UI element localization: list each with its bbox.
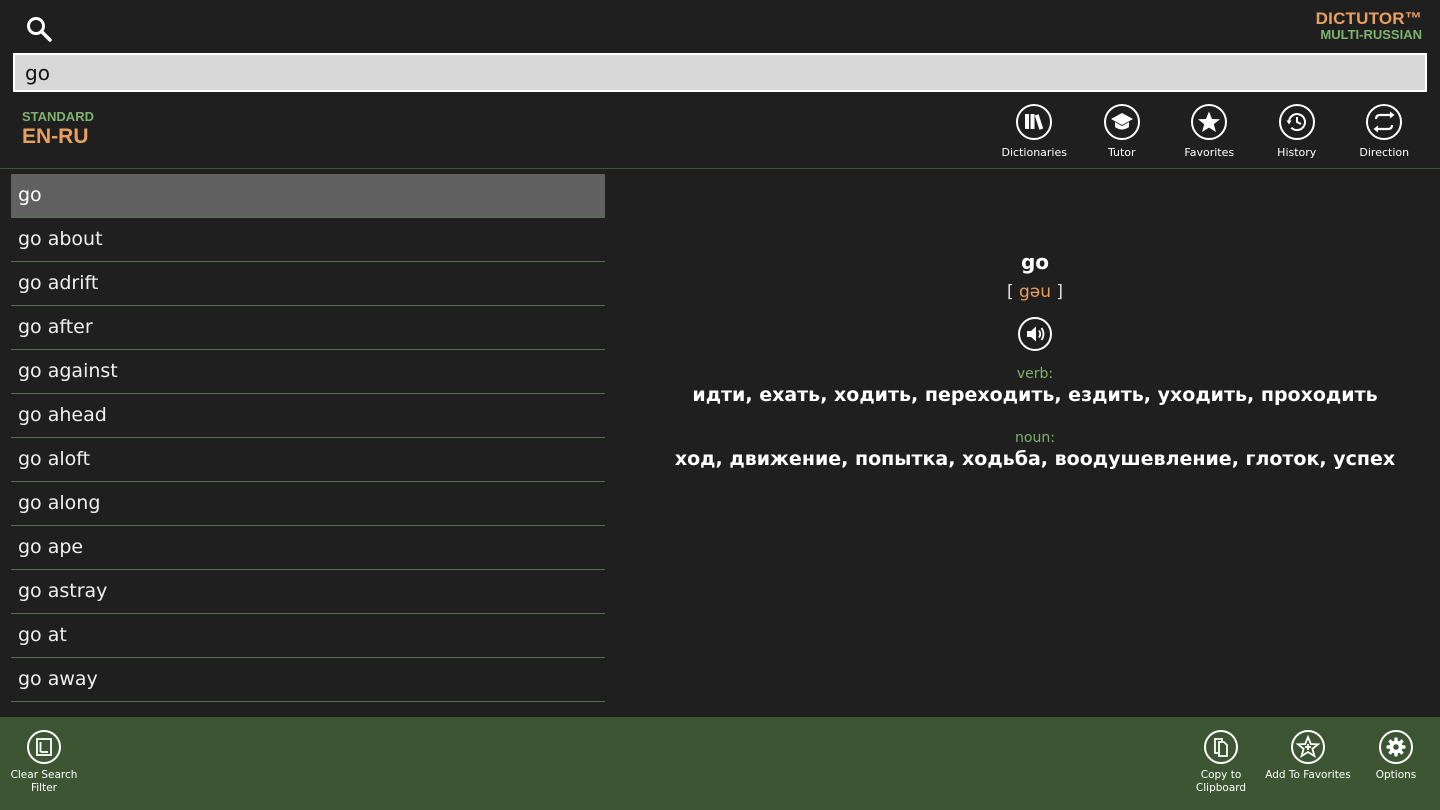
history-clock-icon: [1278, 104, 1315, 140]
list-item[interactable]: go away: [11, 658, 605, 702]
copy-icon: [1204, 730, 1238, 764]
options-button[interactable]: Options: [1351, 729, 1440, 782]
app-brand: DICTUTOR™ MULTI-RUSSIAN: [1316, 10, 1422, 41]
list-item[interactable]: go about: [11, 218, 605, 262]
list-item[interactable]: go: [11, 174, 605, 218]
search-icon: [27, 17, 52, 42]
add-to-favorites-button[interactable]: Add To Favorites: [1263, 729, 1353, 782]
search-button[interactable]: [24, 14, 54, 44]
gear-icon: [1379, 730, 1413, 764]
history-button[interactable]: History: [1253, 102, 1341, 159]
play-audio-button[interactable]: [1017, 316, 1053, 352]
copy-to-clipboard-label: Copy to Clipboard: [1195, 769, 1247, 794]
dictionary-mode: STANDARD EN-RU: [22, 109, 94, 149]
bracket-close: ]: [1056, 282, 1064, 302]
word-list: go go about go adrift go after go agains…: [11, 174, 605, 702]
direction-button[interactable]: Direction: [1341, 102, 1429, 159]
swap-arrows-icon: [1366, 104, 1403, 140]
star-icon: [1191, 104, 1228, 140]
bottom-app-bar: Clear Search Filter Copy to Clipboard Ad…: [0, 717, 1440, 810]
list-item[interactable]: go along: [11, 482, 605, 526]
history-label: History: [1277, 146, 1317, 159]
star-plus-icon: [1291, 730, 1325, 764]
part-of-speech: verb:: [1016, 366, 1054, 382]
brand-title: DICTUTOR™: [1315, 9, 1422, 28]
books-icon: [1016, 104, 1053, 140]
brand-subtitle: MULTI-RUSSIAN: [1320, 26, 1422, 42]
direction-label: Direction: [1359, 146, 1410, 159]
search-input[interactable]: [13, 53, 1427, 92]
bracket-open: [: [1006, 282, 1014, 302]
favorites-button[interactable]: Favorites: [1166, 102, 1254, 159]
clear-search-filter-label: Clear Search Filter: [10, 769, 78, 794]
list-item[interactable]: go at: [11, 614, 605, 658]
list-item[interactable]: go adrift: [11, 262, 605, 306]
entry-panel: go [ gəu ] verb: идти, ехать, ходить, пе…: [630, 250, 1440, 470]
pronunciation: [ gəu ]: [630, 282, 1440, 302]
pronunciation-ipa: gəu: [1018, 282, 1052, 302]
header-divider: [0, 168, 1440, 169]
language-pair: EN-RU: [22, 125, 89, 148]
list-item[interactable]: go astray: [11, 570, 605, 614]
clear-filter-icon: [27, 730, 61, 764]
add-to-favorites-label: Add To Favorites: [1265, 769, 1351, 781]
dictionaries-button[interactable]: Dictionaries: [991, 102, 1079, 159]
list-item[interactable]: go after: [11, 306, 605, 350]
part-of-speech: noun:: [1015, 430, 1055, 446]
copy-to-clipboard-button[interactable]: Copy to Clipboard: [1176, 729, 1266, 795]
dictionary-type: STANDARD: [22, 109, 94, 124]
speaker-icon: [1018, 317, 1052, 351]
graduation-cap-icon: [1103, 104, 1140, 140]
translation: идти, ехать, ходить, переходить, ездить,…: [692, 384, 1378, 406]
favorites-label: Favorites: [1184, 146, 1235, 159]
tutor-button[interactable]: Tutor: [1078, 102, 1166, 159]
options-label: Options: [1375, 769, 1417, 781]
list-item[interactable]: go aloft: [11, 438, 605, 482]
tutor-label: Tutor: [1107, 146, 1136, 159]
translation: ход, движение, попытка, ходьба, воодушев…: [674, 448, 1396, 470]
top-toolbar: Dictionaries Tutor Favorites History Dir…: [991, 102, 1429, 159]
list-item[interactable]: go ape: [11, 526, 605, 570]
list-item[interactable]: go ahead: [11, 394, 605, 438]
clear-search-filter-button[interactable]: Clear Search Filter: [0, 729, 89, 795]
dictionaries-label: Dictionaries: [1001, 146, 1067, 159]
list-item[interactable]: go against: [11, 350, 605, 394]
headword: go: [1020, 250, 1050, 274]
